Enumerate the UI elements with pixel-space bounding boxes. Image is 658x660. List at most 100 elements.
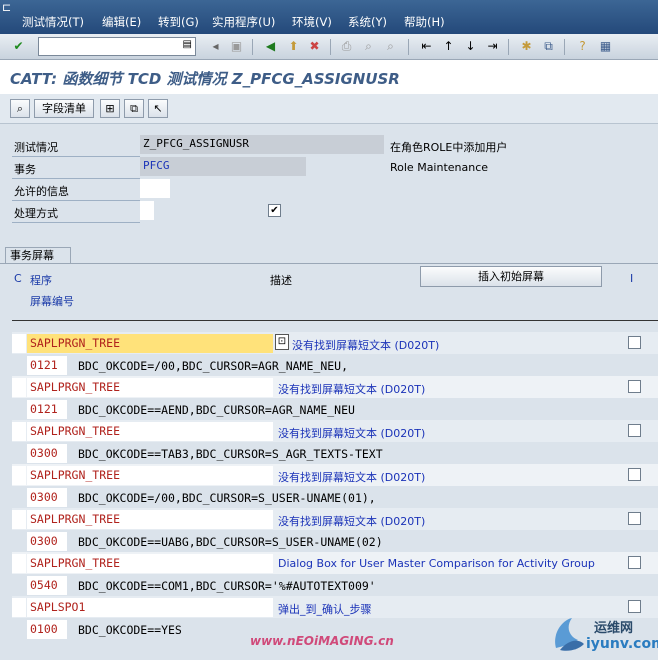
screen-description: 没有找到屏幕短文本 (D020T) <box>278 515 426 528</box>
exit-icon[interactable]: ⬆ <box>285 38 302 55</box>
application-toolbar: ⌕ 字段清单 ⊞ ⧉ ↖ <box>0 94 658 124</box>
test-case-label: 测试情况 <box>14 141 58 154</box>
screen-description: 没有找到屏幕短文本 (D020T) <box>278 383 426 396</box>
allowed-messages-field[interactable] <box>140 179 170 198</box>
transaction-field: PFCG <box>140 157 306 176</box>
program-field[interactable]: SAPLPRGN_TREE <box>27 466 273 485</box>
program-field[interactable]: SAPLPRGN_TREE <box>27 334 273 353</box>
row-selector[interactable] <box>12 466 26 485</box>
row-checkbox[interactable] <box>628 600 641 613</box>
screen-number-field[interactable]: 0300 <box>27 532 67 551</box>
layout-menu-icon[interactable]: ▦ <box>597 38 614 55</box>
screen-description: 没有找到屏幕短文本 (D020T) <box>278 427 426 440</box>
menu-system[interactable]: 系统(Y) <box>348 14 387 30</box>
field-list-button[interactable]: 字段清单 <box>34 99 94 118</box>
column-i-header: I <box>630 272 634 285</box>
display-icon[interactable]: ⌕ <box>10 99 30 118</box>
help-icon[interactable]: ? <box>574 38 591 55</box>
system-menu-icon[interactable]: ⊏ <box>2 1 16 14</box>
screen-number-field[interactable]: 0121 <box>27 356 67 375</box>
menu-edit[interactable]: 编辑(E) <box>102 14 141 30</box>
find-next-icon[interactable]: ⌕ <box>382 38 399 55</box>
row-selector[interactable] <box>12 510 26 529</box>
column-c-header: C <box>14 272 22 285</box>
screen-number-field[interactable]: 0300 <box>27 488 67 507</box>
find-icon[interactable]: ⌕ <box>360 38 377 55</box>
processing-mode-label: 处理方式 <box>14 207 58 220</box>
screen-number-field[interactable]: 0300 <box>27 444 67 463</box>
row-checkbox[interactable] <box>628 380 641 393</box>
processing-mode-field[interactable] <box>140 201 154 220</box>
cancel-icon[interactable]: ✖ <box>306 38 323 55</box>
row-checkbox[interactable] <box>628 556 641 569</box>
back-icon[interactable]: ◀ <box>262 38 279 55</box>
last-page-icon[interactable]: ⇥ <box>484 38 501 55</box>
menu-environment[interactable]: 环境(V) <box>292 14 332 30</box>
menu-goto[interactable]: 转到(G) <box>158 14 199 30</box>
menu-bar: ⊏ 测试情况(T) 编辑(E) 转到(G) 实用程序(U) 环境(V) 系统(Y… <box>0 0 658 34</box>
column-description-header: 描述 <box>270 274 292 287</box>
program-field[interactable]: SAPLPRGN_TREE <box>27 422 273 441</box>
previous-page-icon[interactable]: ↑ <box>440 38 457 55</box>
tab-transaction-screens[interactable]: 事务屏幕 <box>5 247 71 264</box>
field-values: BDC_OKCODE==TAB3,BDC_CURSOR=S_AGR_TEXTS-… <box>78 447 383 461</box>
menu-utilities[interactable]: 实用程序(U) <box>212 14 275 30</box>
transaction-description: Role Maintenance <box>390 161 489 174</box>
menu-test-case[interactable]: 测试情况(T) <box>22 14 84 30</box>
insert-initial-screen-button[interactable]: 插入初始屏幕 <box>420 266 602 287</box>
watermark-site-url: iyunv.com <box>586 636 658 652</box>
field-values: BDC_OKCODE=/00,BDC_CURSOR=S_USER-UNAME(0… <box>78 491 376 505</box>
standard-toolbar: ✔ ▤ ◂ ▣ ◀ ⬆ ✖ ⎙ ⌕ ⌕ ⇤ ↑ ↓ ⇥ ✱ ⧉ ? ▦ <box>0 34 658 60</box>
save-icon[interactable]: ▣ <box>228 38 245 55</box>
column-program-header: 程序 <box>30 274 52 287</box>
page-title: CATT: 函数细节 TCD 测试情况 Z_PFCG_ASSIGNUSR <box>10 70 400 88</box>
insert-icon[interactable]: ⊞ <box>100 99 120 118</box>
screen-description: 没有找到屏幕短文本 (D020T) <box>292 339 440 352</box>
field-values: BDC_OKCODE=/00,BDC_CURSOR=AGR_NAME_NEU, <box>78 359 349 373</box>
watermark-text: www.nEOiMAGING.cn <box>250 634 394 648</box>
allowed-messages-label: 允许的信息 <box>14 185 69 198</box>
field-values: BDC_OKCODE==YES <box>78 623 182 637</box>
watermark-site-name: 运维网 <box>594 621 634 636</box>
command-field[interactable]: ▤ <box>38 37 196 56</box>
row-selector[interactable] <box>12 554 26 573</box>
program-field[interactable]: SAPLPRGN_TREE <box>27 554 273 573</box>
copy-icon[interactable]: ⧉ <box>124 99 144 118</box>
menu-help[interactable]: 帮助(H) <box>404 14 445 30</box>
test-case-field: Z_PFCG_ASSIGNUSR <box>140 135 384 154</box>
screen-description: 没有找到屏幕短文本 (D020T) <box>278 471 426 484</box>
program-field[interactable]: SAPLPRGN_TREE <box>27 378 273 397</box>
select-icon[interactable]: ↖ <box>148 99 168 118</box>
field-values: BDC_OKCODE==AEND,BDC_CURSOR=AGR_NAME_NEU <box>78 403 355 417</box>
enter-icon[interactable]: ✔ <box>10 38 27 55</box>
collapse-icon[interactable]: ◂ <box>207 38 224 55</box>
screen-number-field[interactable]: 0100 <box>27 620 67 639</box>
watermark-logo-icon <box>555 618 584 651</box>
screen-description: Dialog Box for User Master Comparison fo… <box>278 557 595 570</box>
new-session-icon[interactable]: ✱ <box>518 38 535 55</box>
shortcut-icon[interactable]: ⧉ <box>540 38 557 55</box>
row-checkbox[interactable] <box>628 468 641 481</box>
value-help-icon[interactable]: ⊡ <box>275 334 289 350</box>
command-history-icon[interactable]: ▤ <box>183 39 192 50</box>
first-page-icon[interactable]: ⇤ <box>418 38 435 55</box>
processing-mode-checkbox[interactable]: ✔ <box>268 204 281 217</box>
program-field[interactable]: SAPLPRGN_TREE <box>27 510 273 529</box>
column-screen-number-header: 屏幕编号 <box>30 295 74 308</box>
row-selector[interactable] <box>12 422 26 441</box>
row-checkbox[interactable] <box>628 336 641 349</box>
row-selector[interactable] <box>12 378 26 397</box>
field-values: BDC_OKCODE==UABG,BDC_CURSOR=S_USER-UNAME… <box>78 535 383 549</box>
transaction-label: 事务 <box>14 163 36 176</box>
next-page-icon[interactable]: ↓ <box>462 38 479 55</box>
print-icon[interactable]: ⎙ <box>338 38 355 55</box>
field-values: BDC_OKCODE==COM1,BDC_CURSOR='%#AUTOTEXT0… <box>78 579 376 593</box>
row-checkbox[interactable] <box>628 424 641 437</box>
row-selector[interactable] <box>12 334 26 353</box>
screen-number-field[interactable]: 0121 <box>27 400 67 419</box>
row-checkbox[interactable] <box>628 512 641 525</box>
program-field[interactable]: SAPLSPO1 <box>27 598 273 617</box>
row-selector[interactable] <box>12 598 26 617</box>
screen-number-field[interactable]: 0540 <box>27 576 67 595</box>
screen-description: 弹出_到_确认_步骤 <box>278 603 372 616</box>
